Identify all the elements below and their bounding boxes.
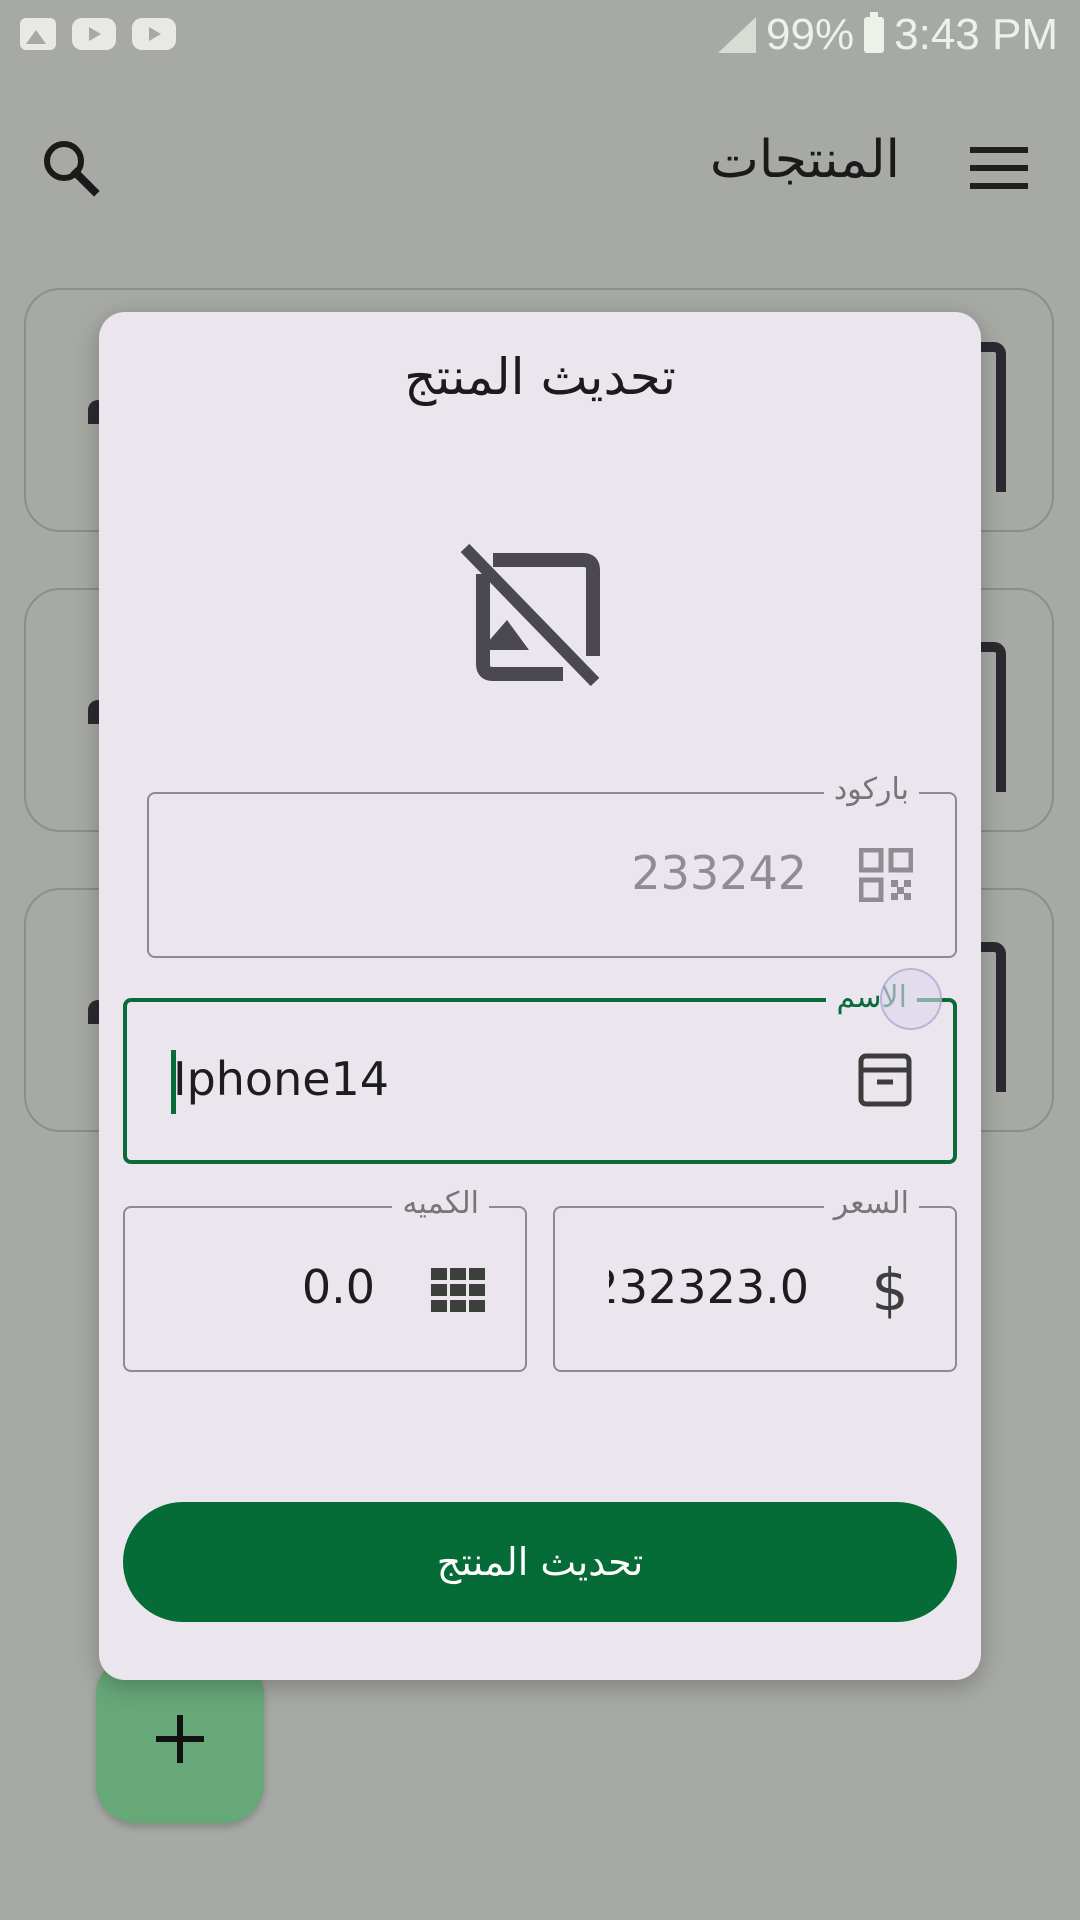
quantity-label: الكميه (392, 1184, 489, 1224)
qr-code-icon[interactable] (858, 847, 914, 903)
image-icon (20, 18, 56, 50)
quantity-value: 0.0 (301, 1260, 375, 1314)
update-product-button[interactable]: تحديث المنتج (123, 1502, 957, 1622)
battery-percent: 99% (766, 10, 855, 59)
archive-icon (855, 1050, 915, 1110)
barcode-label: باركود (823, 770, 919, 810)
notification-icons (20, 18, 176, 50)
name-field[interactable]: الاسم Iphone14 (123, 978, 957, 1164)
dialog-title: تحديث المنتج (404, 348, 676, 406)
youtube-icon (132, 18, 176, 50)
clock: 3:43 PM (894, 10, 1058, 59)
quantity-field[interactable]: الكميه 0.0 (123, 1184, 527, 1372)
update-product-dialog: تحديث المنتج باركود 233242 الاسم Iphone1… (99, 312, 981, 1680)
grid-icon (431, 1268, 485, 1312)
search-icon[interactable] (38, 135, 108, 205)
add-product-button[interactable] (96, 1655, 264, 1823)
barcode-field[interactable]: باركود 233242 (147, 770, 957, 958)
menu-icon[interactable] (970, 147, 1028, 189)
price-value: 232323.0 (609, 1260, 809, 1314)
status-indicators: 99% 3:43 PM (718, 10, 1058, 60)
status-bar: 99% 3:43 PM (0, 0, 1080, 75)
dollar-icon: $ (871, 1256, 909, 1324)
name-value: Iphone14 (173, 1052, 390, 1106)
touch-indicator (880, 968, 942, 1030)
price-field[interactable]: السعر 232323.0 $ (553, 1184, 957, 1372)
image-not-supported-icon[interactable] (451, 534, 607, 690)
signal-icon (718, 17, 757, 53)
app-bar: المنتجات (0, 95, 1080, 235)
barcode-value: 233242 (631, 846, 807, 900)
page-title: المنتجات (709, 130, 900, 190)
price-label: السعر (823, 1184, 919, 1224)
youtube-icon (72, 18, 116, 50)
battery-icon (864, 12, 885, 53)
